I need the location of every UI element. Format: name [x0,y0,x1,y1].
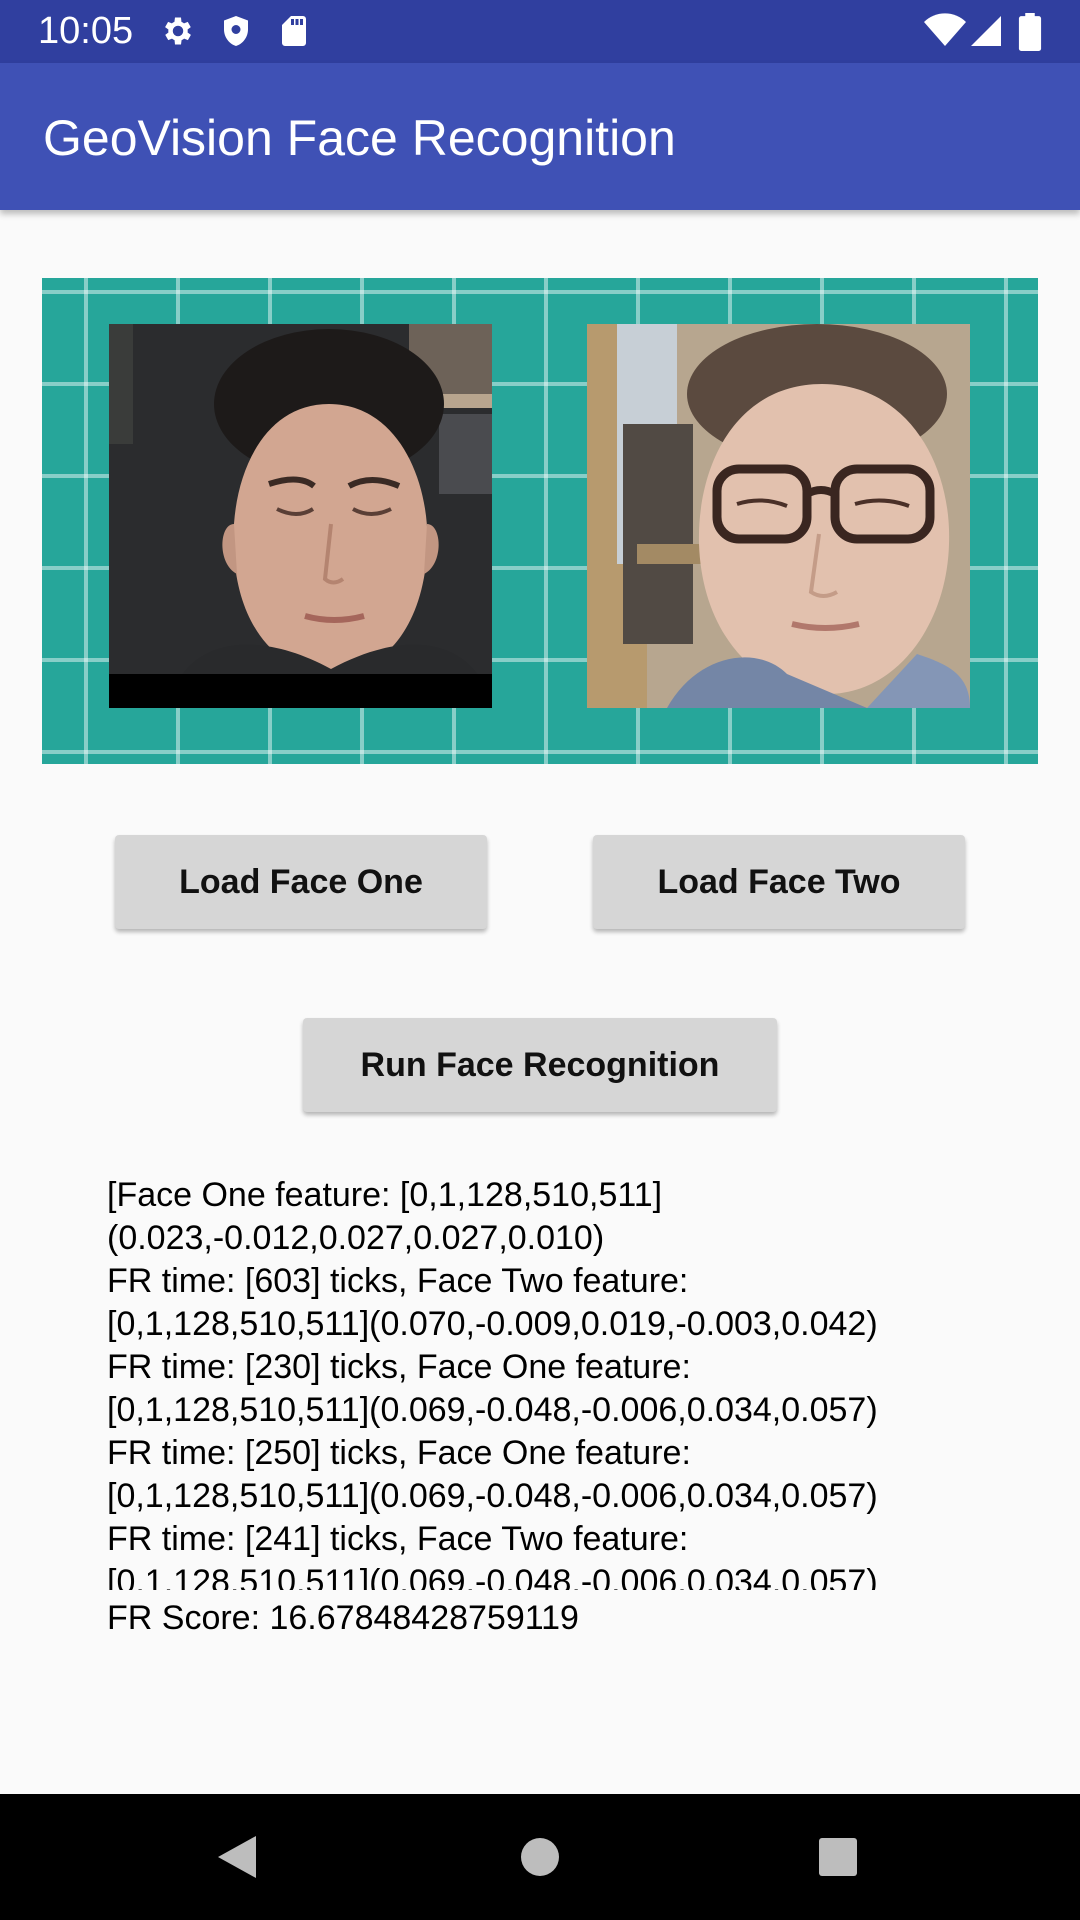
face-two-image [587,324,970,708]
log-line: (0.023,-0.012,0.027,0.027,0.010) [107,1219,605,1257]
sd-card-icon [276,13,312,54]
log-line: [0,1,128,510,511](0.069,-0.048,-0.006,0.… [107,1477,878,1515]
log-line: FR time: [603] ticks, Face Two feature: [107,1262,689,1300]
load-face-two-button[interactable]: Load Face Two [593,835,965,929]
log-line: [0,1,128,510,511](0.069,-0.048,-0.006,0.… [107,1563,878,1590]
log-line: [0,1,128,510,511](0.070,-0.009,0.019,-0.… [107,1305,878,1343]
log-line: FR time: [230] ticks, Face One feature: [107,1348,691,1386]
status-bar: 10:05 [0,0,1080,63]
status-time: 10:05 [38,10,134,52]
log-line: [Face One feature: [0,1,128,510,511] [107,1176,663,1214]
navigation-bar [0,1794,1080,1920]
log-line: [0,1,128,510,511](0.069,-0.048,-0.006,0.… [107,1391,878,1429]
recents-icon[interactable] [816,1832,860,1887]
log-line: FR time: [241] ticks, Face Two feature: [107,1520,689,1558]
app-bar: GeoVision Face Recognition [0,63,1080,210]
battery-icon [1018,13,1042,56]
screen: 10:05 GeoVision Face Recognition Load Fa… [0,0,1080,1920]
log-line: FR time: [250] ticks, Face One feature: [107,1434,691,1472]
fr-score: FR Score: 16.67848428759119 [107,1599,579,1637]
signal-icon [968,13,1004,54]
wifi-icon [924,13,966,54]
home-icon[interactable] [518,1832,562,1887]
app-title: GeoVision Face Recognition [43,110,676,166]
load-face-one-button[interactable]: Load Face One [115,835,487,929]
face-image-panel [42,278,1038,764]
gear-icon [160,13,196,54]
shield-icon [218,13,254,54]
log-output[interactable]: [Face One feature: [0,1,128,510,511] (0.… [107,1174,1007,1590]
run-face-recognition-button[interactable]: Run Face Recognition [303,1018,777,1112]
back-icon[interactable] [212,1832,260,1887]
face-one-image [109,324,492,708]
